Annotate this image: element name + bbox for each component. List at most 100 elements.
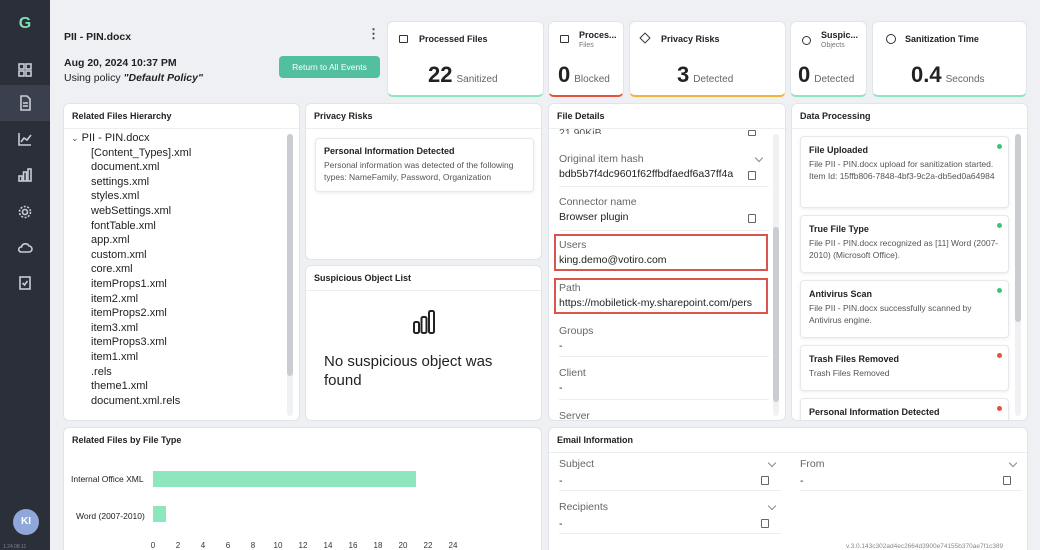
file-details-panel: File Details 21.90KiB Original item hash… [548, 103, 786, 421]
groups-value: - [559, 340, 563, 352]
groups-label: Groups [559, 325, 594, 337]
votiro-logo-icon[interactable]: G [15, 14, 35, 34]
client-label: Client [559, 367, 586, 379]
file-type-chart-panel: Related Files by File Type Internal Offi… [63, 427, 542, 550]
privacy-risks-title: Privacy Risks [306, 104, 541, 129]
data-processing-scrollbar[interactable] [1015, 134, 1021, 416]
blocked-files-value: 0 [558, 62, 571, 87]
dashboard-icon[interactable] [0, 52, 50, 88]
copy-icon[interactable] [748, 214, 756, 223]
privacy-risk-icon [639, 32, 651, 44]
cloud-icon[interactable] [0, 230, 50, 266]
tree-item[interactable]: itemProps3.xml [91, 335, 191, 350]
privacy-risk-item[interactable]: Personal Information Detected Personal i… [315, 138, 534, 192]
suspicious-objects-sublabel: Objects [821, 42, 845, 49]
chevron-down-icon[interactable] [767, 501, 777, 511]
data-processing-scroll-thumb[interactable] [1015, 134, 1021, 322]
reports-icon[interactable] [0, 157, 50, 193]
tree-item[interactable]: [Content_Types].xml [91, 146, 191, 161]
policy-line: Using policy "Default Policy" [64, 72, 203, 84]
tree-item[interactable]: core.xml [91, 262, 191, 277]
tree-root-label: PII - PIN.docx [81, 132, 150, 144]
dp-item-true-file-type[interactable]: True File Type File PII - PIN.docx recog… [800, 215, 1009, 273]
connector-value: Browser plugin [559, 211, 629, 223]
file-details-title: File Details [549, 104, 785, 129]
privacy-risks-card: Privacy Risks 3 Detected [629, 21, 786, 97]
chart-x-tick: 20 [398, 541, 408, 550]
divider [559, 490, 781, 491]
data-processing-title: Data Processing [792, 104, 1027, 129]
document-check-icon[interactable] [0, 265, 50, 301]
tree-item[interactable]: item3.xml [91, 321, 191, 336]
tree-item[interactable]: itemProps2.xml [91, 306, 191, 321]
tree-item[interactable]: itemProps1.xml [91, 277, 191, 292]
chart-x-axis: 0 2 4 6 8 10 12 14 16 18 20 22 24 [150, 541, 458, 550]
dp-item-antivirus-scan[interactable]: Antivirus Scan File PII - PIN.docx succe… [800, 280, 1009, 338]
processed-files-value: 22 [428, 62, 453, 87]
divider [559, 186, 769, 187]
chart-x-tick: 0 [150, 541, 156, 550]
tree-root[interactable]: ⌄ PII - PIN.docx [71, 131, 191, 146]
divider [800, 490, 1022, 491]
privacy-risks-unit: Detected [693, 74, 734, 85]
connector-label: Connector name [559, 196, 637, 208]
dp-item-personal-info[interactable]: Personal Information Detected [800, 398, 1009, 420]
chevron-down-icon[interactable] [754, 153, 764, 163]
chart-x-tick: 24 [448, 541, 458, 550]
tree-item[interactable]: document.xml.rels [91, 394, 191, 409]
path-value: https://mobiletick-my.sharepoint.com/per… [559, 297, 752, 309]
files-icon [399, 35, 408, 43]
copy-icon[interactable] [761, 476, 769, 485]
copy-icon[interactable] [748, 130, 756, 136]
client-value: - [559, 382, 563, 394]
file-events-icon[interactable] [0, 85, 50, 121]
dp-item-desc: File PII - PIN.docx successfully scanned… [809, 303, 972, 325]
suspicious-object-icon [802, 36, 811, 45]
copy-icon[interactable] [1003, 476, 1011, 485]
tree-item[interactable]: webSettings.xml [91, 204, 191, 219]
sanitization-time-unit: Seconds [945, 74, 985, 85]
chart-category-label: Word (2007-2010) [76, 511, 145, 521]
analytics-icon[interactable] [0, 121, 50, 157]
tree-item[interactable]: custom.xml [91, 248, 191, 263]
return-to-all-events-button[interactable]: Return to All Events [279, 56, 380, 78]
dp-item-file-uploaded[interactable]: File Uploaded File PII - PIN.docx upload… [800, 136, 1009, 208]
from-value: - [800, 475, 804, 487]
sidebar-version: 1.24.08.11 [3, 544, 27, 550]
related-files-hierarchy-panel: Related Files Hierarchy ⌄ PII - PIN.docx… [63, 103, 300, 421]
path-label: Path [559, 282, 581, 294]
chart-bar[interactable] [153, 471, 416, 487]
dp-item-title: Personal Information Detected [809, 407, 940, 417]
copy-icon[interactable] [748, 171, 756, 180]
chart-x-tick: 6 [225, 541, 231, 550]
more-options-icon[interactable]: ⋮ [367, 26, 380, 42]
file-details-scrollbar[interactable] [773, 134, 779, 416]
tree-item[interactable]: .rels [91, 365, 191, 380]
tree-item[interactable]: settings.xml [91, 175, 191, 190]
chevron-down-icon[interactable]: ⌄ [71, 133, 79, 143]
tree-item[interactable]: styles.xml [91, 189, 191, 204]
tree-item[interactable]: theme1.xml [91, 379, 191, 394]
chevron-down-icon[interactable] [767, 458, 777, 468]
recipients-label: Recipients [559, 501, 609, 513]
copy-icon[interactable] [761, 519, 769, 528]
tree-item[interactable]: item1.xml [91, 350, 191, 365]
dp-item-title: Trash Files Removed [809, 354, 900, 364]
tree-item[interactable]: item2.xml [91, 292, 191, 307]
user-avatar[interactable]: KI [13, 509, 39, 535]
hierarchy-scroll-thumb[interactable] [287, 134, 293, 376]
policy-name: "Default Policy" [123, 72, 203, 84]
tree-item[interactable]: fontTable.xml [91, 219, 191, 234]
policy-prefix: Using policy [64, 72, 124, 84]
chart-bar[interactable] [153, 506, 166, 522]
tree-item[interactable]: document.xml [91, 160, 191, 175]
subject-label: Subject [559, 458, 595, 470]
file-details-scroll-thumb[interactable] [773, 227, 779, 402]
file-size-partial: 21.90KiB [559, 127, 602, 134]
hierarchy-scrollbar[interactable] [287, 134, 293, 416]
processed-files-card: Processed Files 22 Sanitized [387, 21, 544, 97]
settings-gear-icon[interactable] [0, 194, 50, 230]
dp-item-trash-files-removed[interactable]: Trash Files Removed Trash Files Removed [800, 345, 1009, 391]
tree-item[interactable]: app.xml [91, 233, 191, 248]
chevron-down-icon[interactable] [1008, 458, 1018, 468]
